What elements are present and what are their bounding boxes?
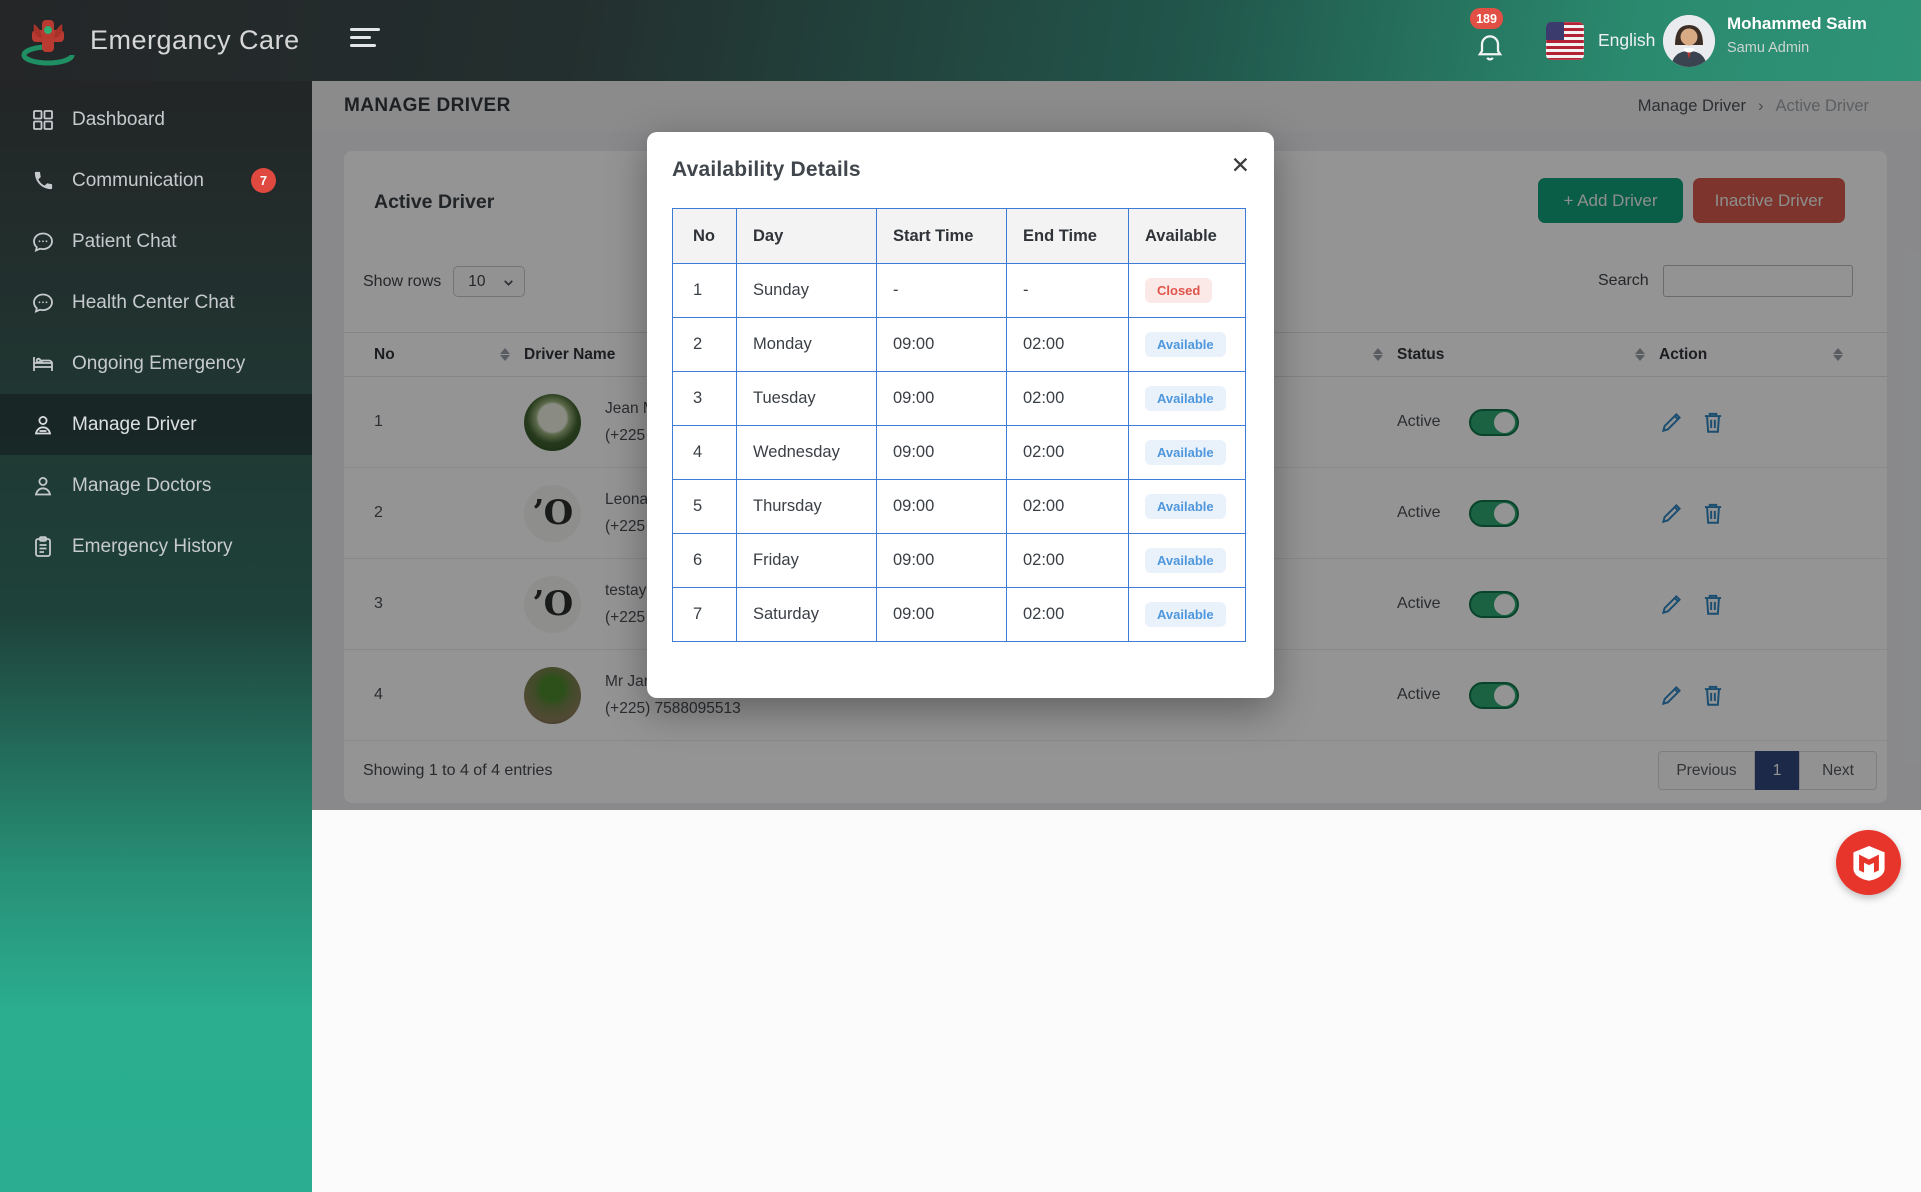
app-title: Emergancy Care — [90, 25, 300, 56]
sidebar-item-health-center-chat[interactable]: Health Center Chat — [0, 272, 312, 333]
close-icon[interactable]: ✕ — [1231, 154, 1250, 177]
user-name: Mohammed Saim — [1727, 14, 1867, 34]
notification-count-badge: 189 — [1470, 8, 1503, 29]
user-role: Samu Admin — [1727, 40, 1867, 56]
user-menu[interactable]: Mohammed Saim Samu Admin — [1727, 14, 1867, 56]
availability-row: 3 Tuesday 09:00 02:00 Available — [673, 372, 1246, 426]
status-badge: Available — [1145, 548, 1226, 573]
dashboard-grid-icon — [30, 107, 56, 133]
status-badge: Available — [1145, 440, 1226, 465]
bell-icon — [1474, 30, 1506, 64]
sidebar-item-ongoing-emergency[interactable]: Ongoing Emergency — [0, 333, 312, 394]
mcafee-shield-button[interactable] — [1836, 830, 1901, 895]
availability-header-start: Start Time — [877, 209, 1007, 264]
sidebar-nav: Dashboard Communication 7 Patient Chat — [0, 81, 312, 1192]
sidebar-item-dashboard[interactable]: Dashboard — [0, 89, 312, 150]
modal-title: Availability Details — [672, 158, 1249, 182]
chat-bubble-icon — [30, 229, 56, 255]
sidebar-item-communication[interactable]: Communication 7 — [0, 150, 312, 211]
availability-table: No Day Start Time End Time Available 1 S… — [672, 208, 1246, 642]
status-badge: Available — [1145, 386, 1226, 411]
availability-header-end: End Time — [1007, 209, 1129, 264]
availability-details-modal: Availability Details ✕ No Day Start Time… — [647, 132, 1274, 698]
availability-row: 4 Wednesday 09:00 02:00 Available — [673, 426, 1246, 480]
availability-row: 2 Monday 09:00 02:00 Available — [673, 318, 1246, 372]
chat-bubble-icon — [30, 290, 56, 316]
sidebar-item-label: Health Center Chat — [72, 292, 235, 314]
user-avatar[interactable] — [1663, 15, 1715, 67]
clipboard-icon — [30, 534, 56, 560]
status-badge: Available — [1145, 332, 1226, 357]
sidebar-item-label: Manage Driver — [72, 414, 197, 436]
sidebar-item-label: Ongoing Emergency — [72, 353, 245, 375]
sidebar-item-label: Patient Chat — [72, 231, 177, 253]
availability-header-available: Available — [1129, 209, 1246, 264]
availability-row: 5 Thursday 09:00 02:00 Available — [673, 480, 1246, 534]
phone-icon — [30, 168, 56, 194]
shield-m-icon — [1852, 844, 1886, 882]
sidebar-item-patient-chat[interactable]: Patient Chat — [0, 211, 312, 272]
status-badge: Available — [1145, 494, 1226, 519]
availability-row: 7 Saturday 09:00 02:00 Available — [673, 588, 1246, 642]
sidebar-toggle-button[interactable] — [350, 28, 384, 54]
availability-row: 1 Sunday - - Closed — [673, 264, 1246, 318]
sidebar-item-manage-driver[interactable]: Manage Driver — [0, 394, 312, 455]
availability-header-day: Day — [737, 209, 877, 264]
sidebar-item-label: Manage Doctors — [72, 475, 211, 497]
medical-logo-icon — [20, 14, 76, 68]
doctor-person-icon — [30, 473, 56, 499]
availability-row: 6 Friday 09:00 02:00 Available — [673, 534, 1246, 588]
language-flag-icon[interactable] — [1546, 22, 1584, 60]
notifications-button[interactable]: 189 — [1470, 8, 1534, 72]
language-selector[interactable]: English — [1598, 0, 1655, 81]
sidebar-item-label: Emergency History — [72, 536, 233, 558]
user-avatar-image — [1663, 15, 1715, 67]
sidebar-item-label: Communication — [72, 170, 204, 192]
app-logo[interactable]: Emergancy Care — [20, 0, 300, 81]
hospital-bed-icon — [30, 351, 56, 377]
sidebar-item-manage-doctors[interactable]: Manage Doctors — [0, 455, 312, 516]
status-badge: Available — [1145, 602, 1226, 627]
top-header: Emergancy Care 189 English — [0, 0, 1921, 81]
availability-header-no: No — [673, 209, 737, 264]
status-badge: Closed — [1145, 278, 1212, 303]
sidebar-item-label: Dashboard — [72, 109, 165, 131]
driver-person-icon — [30, 412, 56, 438]
sidebar-item-emergency-history[interactable]: Emergency History — [0, 516, 312, 577]
app-root: Emergancy Care 189 English — [0, 0, 1921, 1192]
communication-count-badge: 7 — [251, 168, 276, 193]
